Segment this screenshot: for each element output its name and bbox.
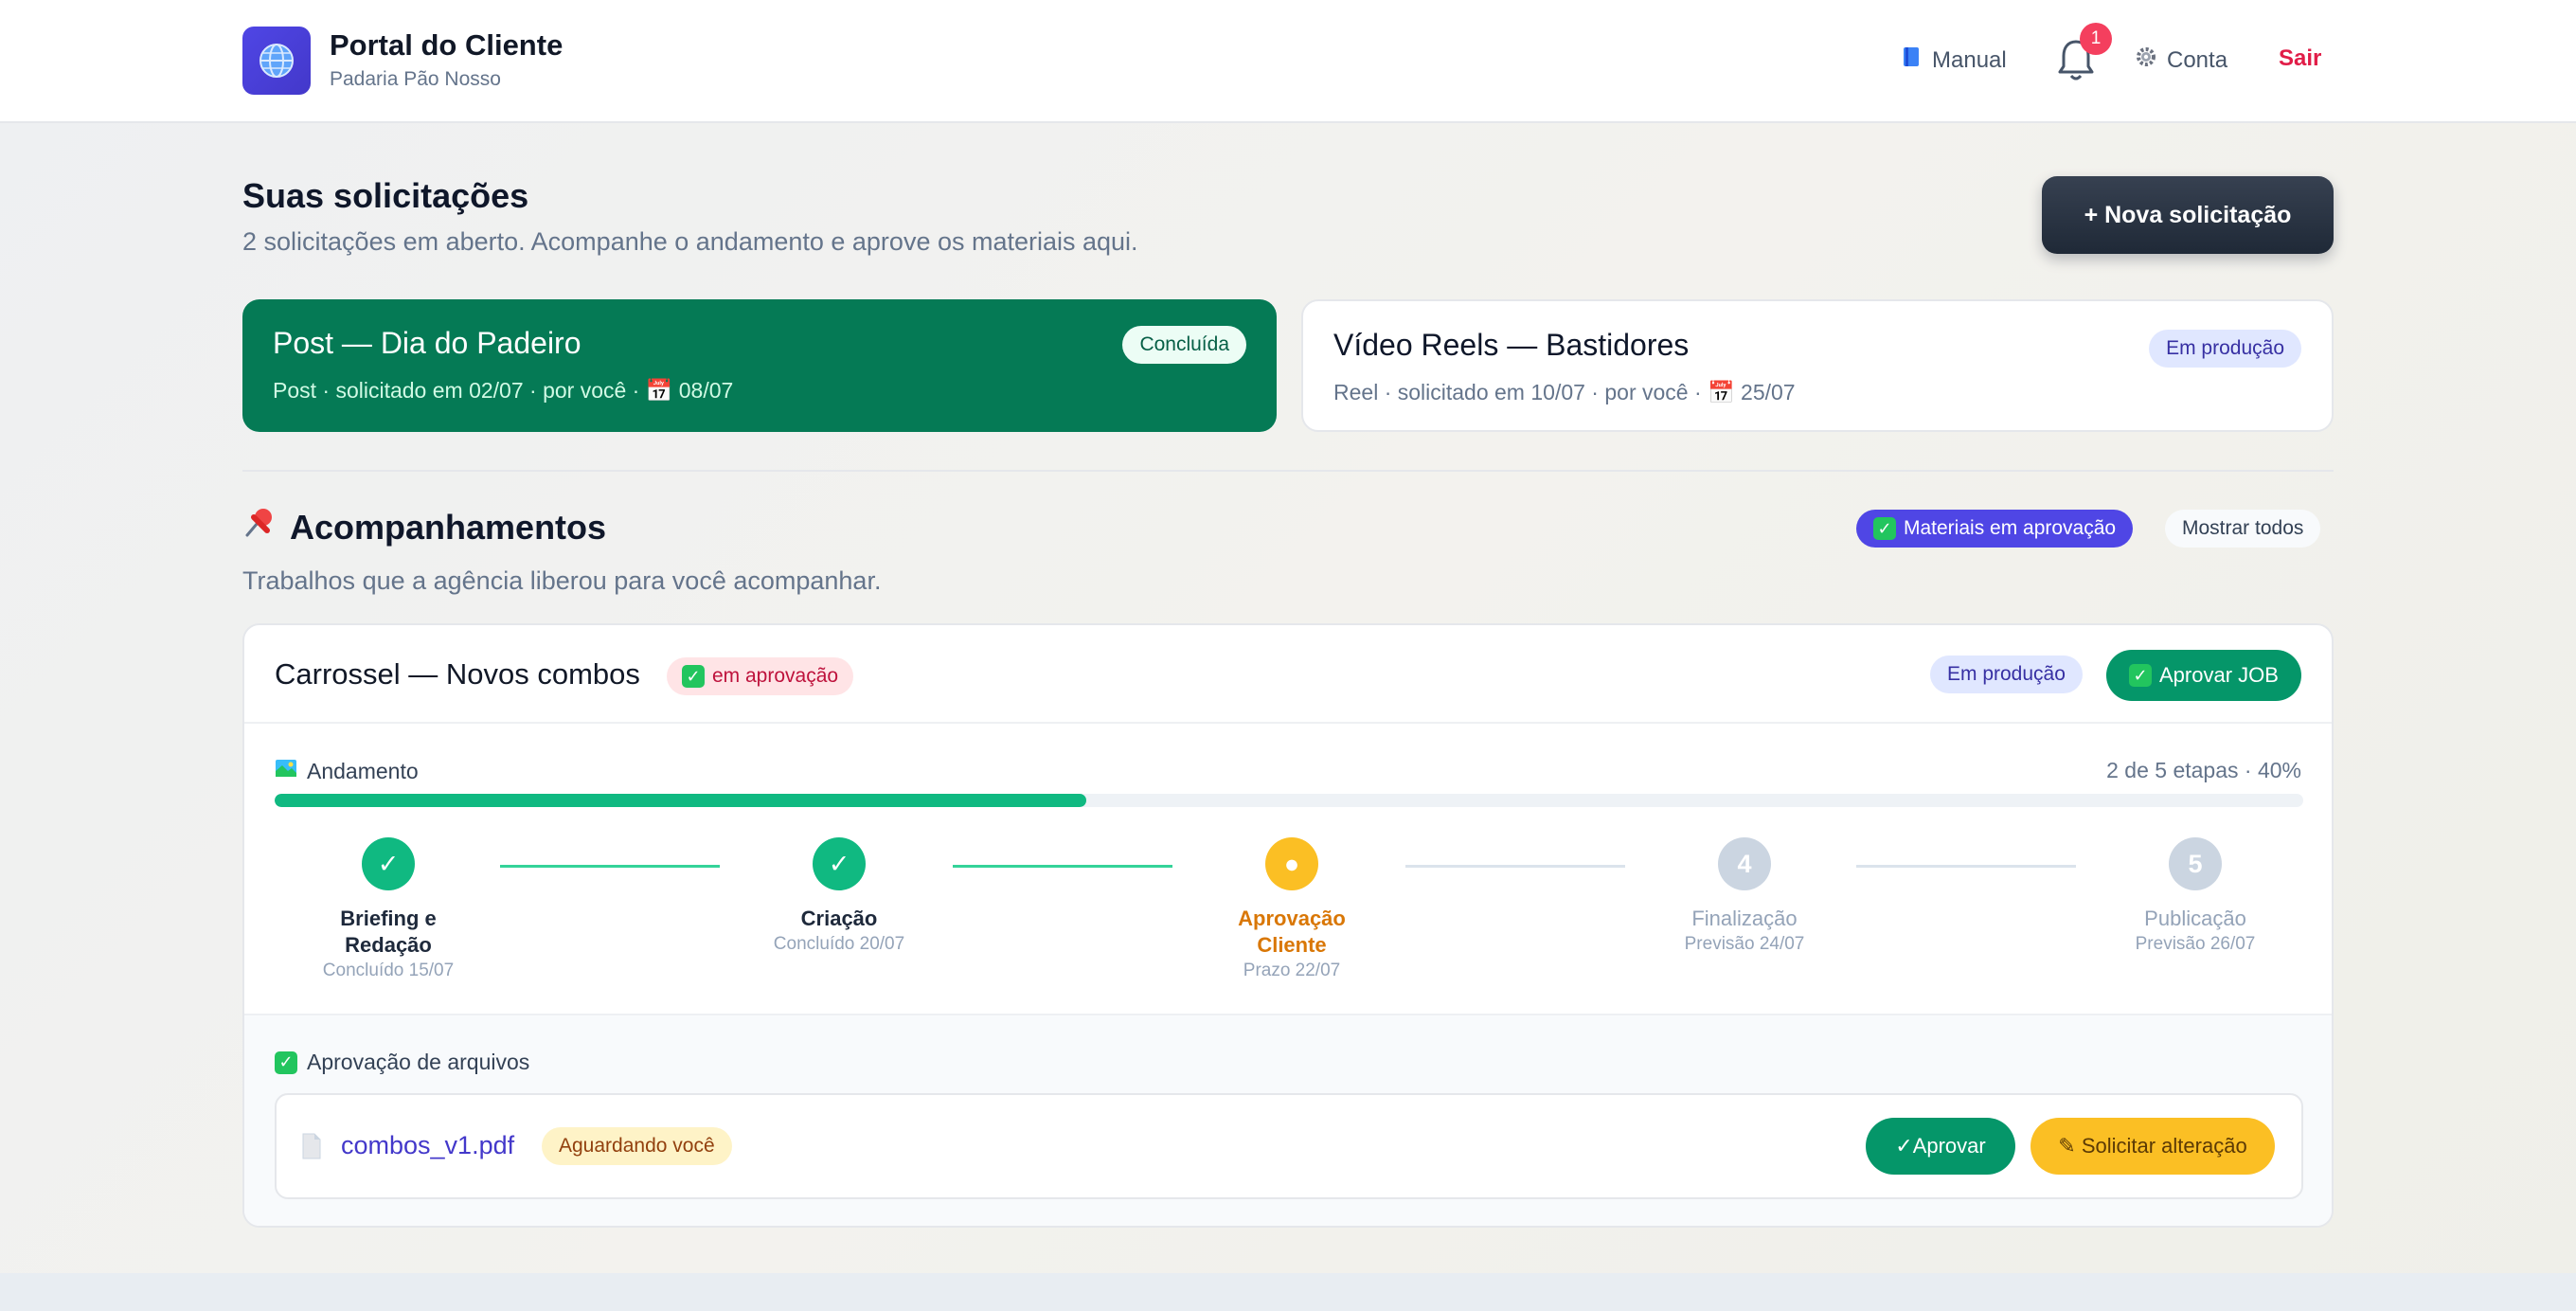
request-change-button[interactable]: ✎ Solicitar alteração [2030, 1118, 2275, 1175]
step-number: 5 [2169, 837, 2222, 890]
approve-job-button[interactable]: ✓ Aprovar JOB [2106, 650, 2301, 701]
portal-title: Portal do Cliente [330, 28, 564, 62]
file-approval-section: ✓ Aprovação de arquivos combos_v1.pdf Ag… [244, 1014, 2332, 1226]
progress-bar [275, 794, 2303, 807]
section-divider [242, 470, 2334, 472]
account-link[interactable]: Conta [2135, 45, 2227, 75]
filter-pending-approval[interactable]: ✓ Materiais em aprovação [1856, 510, 2134, 548]
step-number: 4 [1718, 837, 1771, 890]
step-date: Previsão 26/07 [2135, 934, 2256, 954]
request-meta: Post · solicitado em 02/07 · por você · … [273, 378, 734, 403]
step-name: Finalização [1691, 907, 1798, 930]
filter-show-all[interactable]: Mostrar todos [2165, 510, 2321, 548]
request-meta: Reel · solicitado em 10/07 · por você · … [1333, 380, 1796, 404]
tracking-heading: Acompanhamentos [242, 506, 606, 548]
pushpin-icon [242, 506, 277, 548]
client-name: Padaria Pão Nosso [330, 68, 501, 90]
step-name: Aprovação Cliente [1238, 907, 1346, 957]
step-date: Concluído 20/07 [773, 934, 905, 954]
progress-summary: 2 de 5 etapas · 40% [2106, 758, 2301, 782]
step-current-icon: ● [1265, 837, 1318, 890]
step-finalizacao: 4 Finalização Previsão 24/07 [1631, 837, 1858, 955]
job-card: Carrossel — Novos combos ✓ em aprovação … [242, 623, 2334, 1228]
footer-strip [0, 1273, 2576, 1311]
checkmark-icon: ✓ [1873, 517, 1896, 540]
step-aprovacao: ● Aprovação Cliente Prazo 22/07 [1178, 837, 1405, 981]
step-name: Publicação [2144, 907, 2246, 930]
file-approval-label: ✓ Aprovação de arquivos [275, 1050, 529, 1075]
account-label: Conta [2167, 46, 2228, 73]
tracking-description: Trabalhos que a agência liberou para voc… [242, 566, 882, 595]
step-connector [953, 865, 1172, 868]
requests-description: 2 solicitações em aberto. Acompanhe o an… [242, 227, 1138, 256]
manual-link[interactable]: Manual [1902, 45, 2007, 75]
approve-file-button[interactable]: ✓Aprovar [1866, 1118, 2015, 1175]
approval-tag: ✓ em aprovação [667, 657, 854, 695]
book-icon [1902, 45, 1923, 75]
step-date: Previsão 24/07 [1684, 934, 1805, 954]
request-card-post[interactable]: Post — Dia do Padeiro Post · solicitado … [242, 299, 1277, 432]
step-connector [1405, 865, 1625, 868]
globe-icon [242, 27, 311, 95]
progress-bar-fill [275, 794, 1086, 807]
checkmark-icon: ✓ [682, 665, 705, 688]
checkmark-icon: ✓ [275, 1051, 297, 1074]
step-briefing: ✓ Briefing e Redação Concluído 15/07 [275, 837, 502, 981]
job-title: Carrossel — Novos combos [275, 657, 640, 691]
manual-label: Manual [1932, 46, 2007, 73]
step-name: Criação [800, 907, 878, 930]
step-publicacao: 5 Publicação Previsão 26/07 [2082, 837, 2309, 955]
step-date: Concluído 15/07 [322, 961, 455, 980]
status-badge: Em produção [1930, 656, 2083, 693]
status-badge: Em produção [2149, 330, 2301, 368]
calendar-icon: 📅 [645, 378, 673, 403]
job-header: Carrossel — Novos combos ✓ em aprovação … [244, 625, 2332, 724]
request-title: Post — Dia do Padeiro [273, 326, 581, 360]
status-badge: Concluída [1122, 326, 1246, 364]
step-check-icon: ✓ [813, 837, 866, 890]
top-bar: Portal do Cliente Padaria Pão Nosso Manu… [0, 0, 2576, 123]
logout-link[interactable]: Sair [2279, 45, 2321, 72]
step-check-icon: ✓ [362, 837, 415, 890]
file-link[interactable]: combos_v1.pdf [341, 1131, 514, 1160]
progress-label: Andamento [275, 758, 419, 784]
step-criacao: ✓ Criação Concluído 20/07 [725, 837, 953, 955]
notification-count-badge: 1 [2080, 23, 2112, 55]
notifications-button[interactable]: 1 [2051, 23, 2112, 85]
checkmark-icon: ✓ [2129, 664, 2152, 687]
document-icon [301, 1133, 322, 1164]
map-icon [275, 758, 297, 784]
step-connector [500, 865, 720, 868]
calendar-icon: 📅 [1708, 380, 1735, 404]
gear-icon [2135, 45, 2157, 75]
requests-heading: Suas solicitações [242, 176, 529, 215]
request-due-date: 08/07 [678, 378, 734, 403]
file-row: combos_v1.pdf Aguardando você ✓Aprovar ✎… [275, 1093, 2303, 1199]
request-card-reels[interactable]: Vídeo Reels — Bastidores Reel · solicita… [1301, 299, 2334, 432]
step-connector [1856, 865, 2076, 868]
step-date: Prazo 22/07 [1243, 961, 1341, 980]
new-request-button[interactable]: + Nova solicitação [2042, 176, 2334, 254]
file-status-badge: Aguardando você [542, 1127, 732, 1165]
request-due-date: 25/07 [1741, 380, 1796, 404]
step-name: Briefing e Redação [340, 907, 437, 957]
